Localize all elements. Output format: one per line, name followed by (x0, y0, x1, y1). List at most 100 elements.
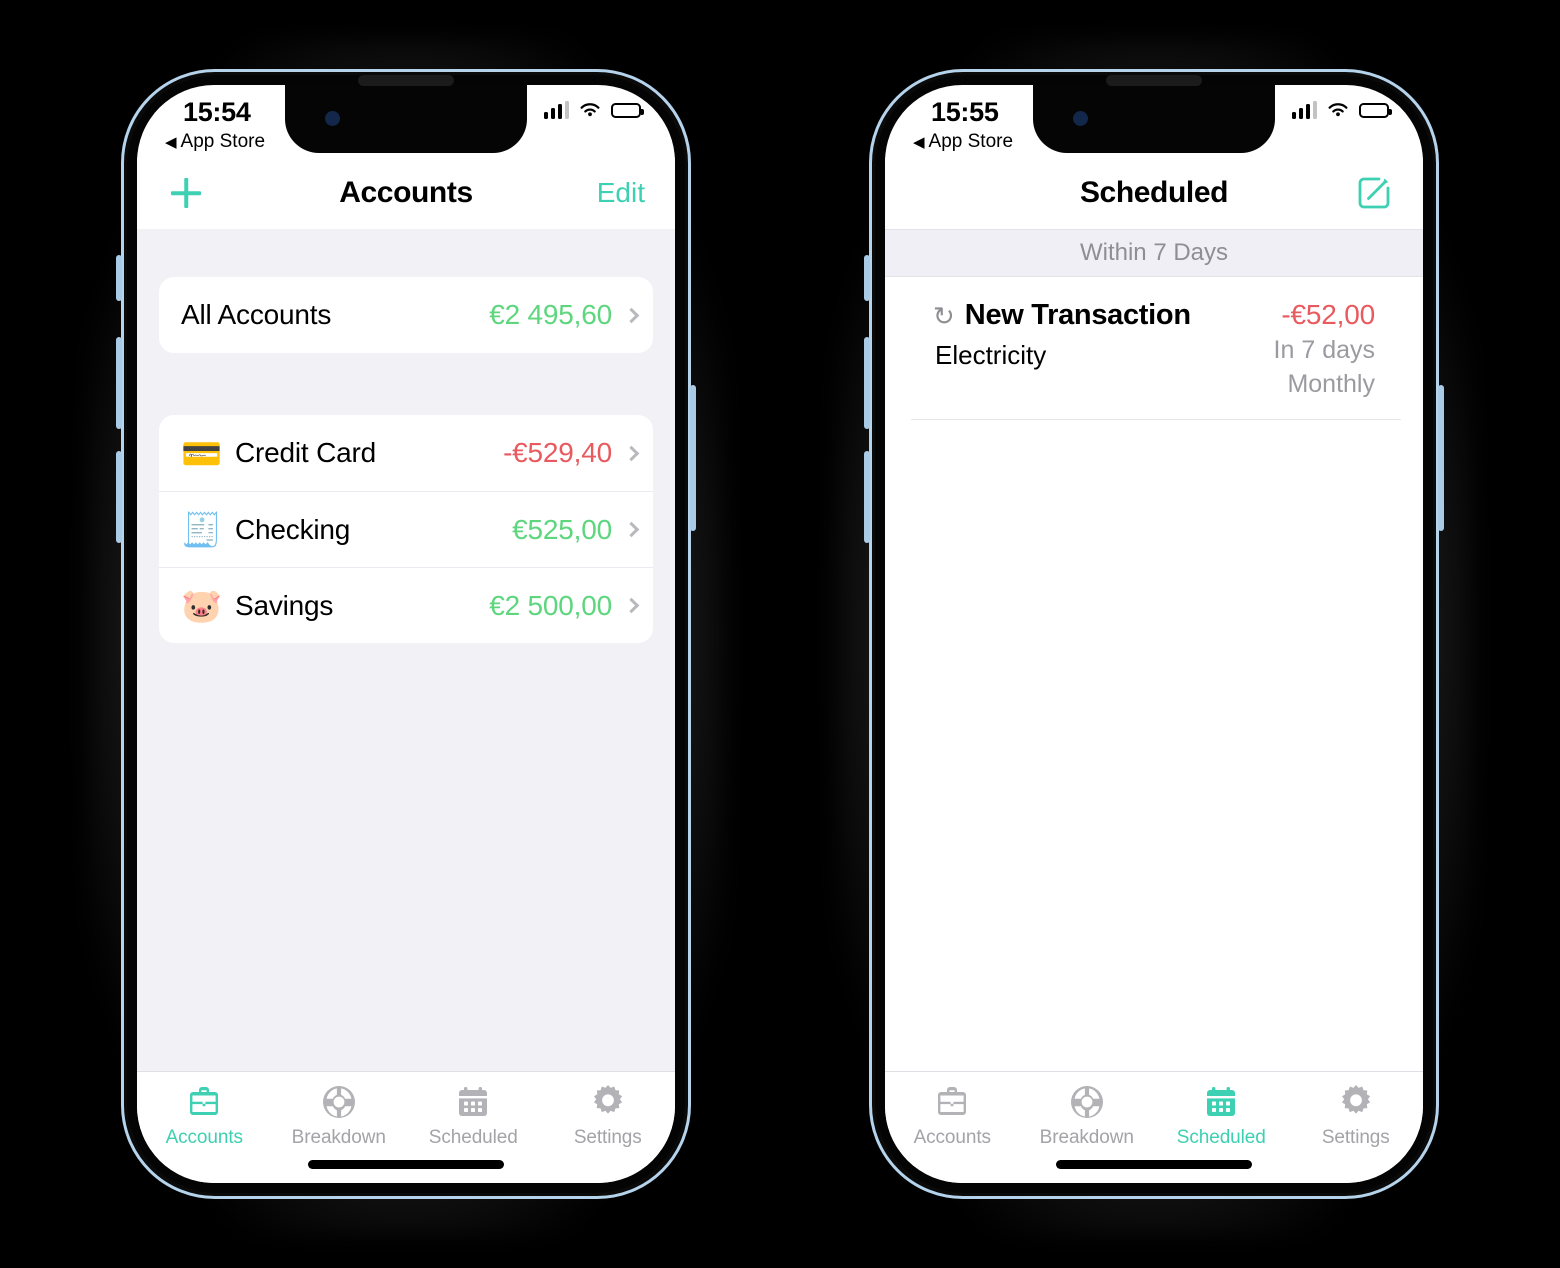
calendar-icon (1205, 1082, 1237, 1122)
add-account-button[interactable] (167, 174, 205, 212)
volume-up-button[interactable] (116, 337, 122, 429)
tab-scheduled[interactable]: Scheduled (406, 1082, 541, 1149)
account-row-savings[interactable]: 🐷 Savings €2 500,00 (159, 567, 653, 643)
compose-icon[interactable] (1355, 174, 1393, 212)
volume-down-button[interactable] (116, 451, 122, 543)
account-label: Checking (235, 513, 351, 545)
briefcase-icon (186, 1082, 222, 1122)
volume-down-button[interactable] (864, 451, 870, 543)
tab-label: Breakdown (291, 1127, 386, 1148)
account-amount: €525,00 (512, 513, 612, 545)
edit-button[interactable]: Edit (597, 177, 645, 209)
tab-label: Accounts (913, 1127, 991, 1148)
notch (1033, 75, 1275, 153)
chevron-right-icon (623, 521, 640, 538)
back-arrow-icon: ◀ (165, 133, 177, 151)
cellular-signal-icon (543, 101, 569, 119)
tab-label: Breakdown (1039, 1127, 1134, 1148)
earpiece-speaker (358, 75, 454, 86)
account-row-credit-card[interactable]: 💳 Credit Card -€529,40 (159, 415, 653, 491)
all-accounts-row[interactable]: All Accounts €2 495,60 (159, 277, 653, 353)
gear-icon (591, 1082, 625, 1122)
account-amount: €2 500,00 (489, 589, 612, 621)
section-header: Within 7 Days (885, 229, 1423, 277)
notch (285, 75, 527, 153)
back-to-app-store-button[interactable]: ◀ App Store (913, 131, 1013, 153)
screenshot-stage: 15:54 ◀ App Store Accounts Edit All Acco… (0, 0, 1560, 1268)
phone-screen: 15:55 ◀ App Store Scheduled Within 7 Day… (885, 85, 1423, 1183)
battery-icon (1359, 102, 1392, 118)
status-time: 15:55 (931, 97, 999, 127)
tab-settings[interactable]: Settings (1289, 1082, 1424, 1149)
back-label: App Store (928, 131, 1014, 152)
all-accounts-card: All Accounts €2 495,60 (159, 277, 653, 353)
tab-scheduled[interactable]: Scheduled (1154, 1082, 1289, 1149)
compose-button[interactable] (1355, 174, 1393, 212)
all-accounts-label: All Accounts (181, 299, 332, 330)
scheduled-transaction-row[interactable]: ↺ New Transaction Electricity -€52,00 In… (911, 277, 1401, 420)
status-indicators (1291, 101, 1392, 119)
chevron-right-icon (623, 597, 640, 614)
account-label: Savings (235, 589, 334, 621)
wifi-icon (1328, 103, 1348, 117)
back-arrow-icon: ◀ (913, 133, 925, 151)
transaction-frequency: Monthly (1287, 370, 1375, 398)
home-indicator[interactable] (308, 1160, 504, 1169)
pie-chart-icon (1070, 1082, 1104, 1122)
gear-icon (1339, 1082, 1373, 1122)
tab-label: Scheduled (1176, 1127, 1266, 1148)
scheduled-list: Within 7 Days ↺ New Transaction Electric… (885, 229, 1423, 1071)
transaction-amount: -€52,00 (1281, 299, 1375, 330)
accounts-phone: 15:54 ◀ App Store Accounts Edit All Acco… (87, 39, 725, 1235)
account-label: Credit Card (235, 437, 376, 468)
tab-label: Scheduled (428, 1127, 518, 1148)
cheque-emoji: 🧾 (181, 511, 223, 548)
all-accounts-amount: €2 495,60 (489, 299, 612, 330)
account-rows-card: 💳 Credit Card -€529,40 🧾 Checking €525,0… (159, 415, 653, 643)
tab-settings[interactable]: Settings (541, 1082, 676, 1149)
tab-breakdown[interactable]: Breakdown (1020, 1082, 1155, 1149)
navigation-bar: Accounts Edit (137, 157, 675, 229)
mute-switch[interactable] (116, 255, 122, 301)
volume-up-button[interactable] (864, 337, 870, 429)
chevron-right-icon (623, 307, 640, 323)
credit-card-emoji: 💳 (181, 434, 223, 472)
mute-switch[interactable] (864, 255, 870, 301)
transaction-meta: -€52,00 In 7 days Monthly (1274, 299, 1376, 399)
account-amount: -€529,40 (503, 437, 612, 468)
transaction-main: ↺ New Transaction Electricity (933, 299, 1274, 399)
wifi-icon (580, 103, 600, 117)
cellular-signal-icon (1291, 101, 1317, 119)
phone-screen: 15:54 ◀ App Store Accounts Edit All Acco… (137, 85, 675, 1183)
status-indicators (543, 101, 644, 119)
back-to-app-store-button[interactable]: ◀ App Store (165, 131, 265, 153)
power-button[interactable] (1438, 385, 1444, 531)
pie-chart-icon (322, 1082, 356, 1122)
front-camera-icon (325, 111, 340, 126)
repeat-icon: ↺ (933, 300, 955, 331)
accounts-list: All Accounts €2 495,60 💳 Credit Card -€5… (137, 229, 675, 1071)
earpiece-speaker (1106, 75, 1202, 86)
page-title: Scheduled (1079, 176, 1229, 209)
navigation-bar: Scheduled (885, 157, 1423, 229)
edit-label[interactable]: Edit (597, 177, 645, 209)
tab-label: Settings (1321, 1127, 1390, 1148)
transaction-title: New Transaction (964, 299, 1191, 331)
scheduled-phone: 15:55 ◀ App Store Scheduled Within 7 Day… (835, 39, 1473, 1235)
tab-label: Settings (573, 1127, 642, 1148)
add-icon[interactable] (167, 174, 205, 212)
battery-icon (611, 102, 644, 118)
tab-label: Accounts (165, 1127, 243, 1148)
tab-breakdown[interactable]: Breakdown (272, 1082, 407, 1149)
page-title: Accounts (339, 176, 473, 209)
briefcase-icon (934, 1082, 970, 1122)
transaction-subtitle: Electricity (935, 340, 1047, 370)
account-row-checking[interactable]: 🧾 Checking €525,00 (159, 491, 653, 567)
front-camera-icon (1073, 111, 1088, 126)
tab-accounts[interactable]: Accounts (137, 1082, 272, 1149)
tab-accounts[interactable]: Accounts (885, 1082, 1020, 1149)
calendar-icon (457, 1082, 489, 1122)
home-indicator[interactable] (1056, 1160, 1252, 1169)
chevron-right-icon (623, 445, 640, 461)
power-button[interactable] (690, 385, 696, 531)
